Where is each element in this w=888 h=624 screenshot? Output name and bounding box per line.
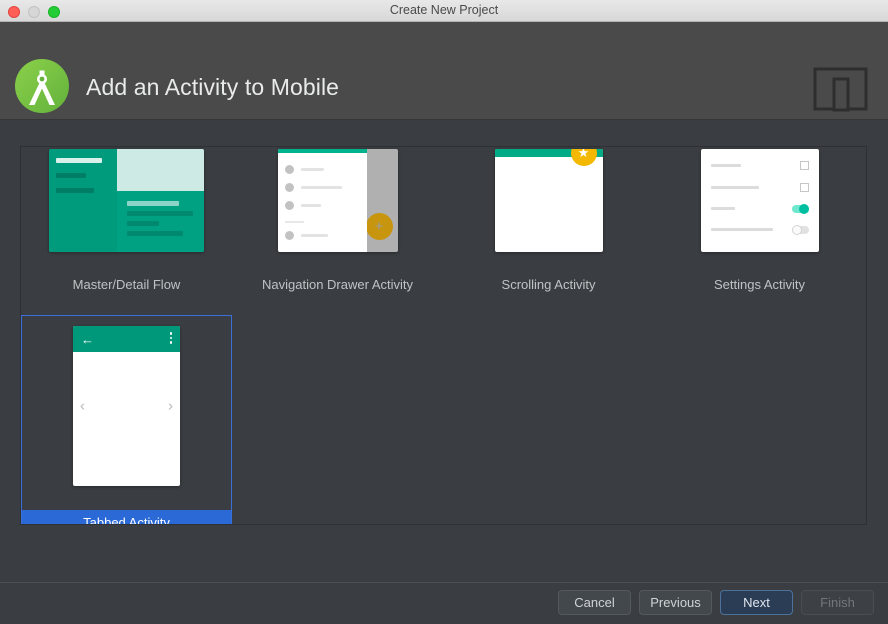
thumbnail-container [22, 147, 231, 274]
next-button[interactable]: Next [720, 590, 793, 615]
master-detail-flow-thumbnail [49, 148, 204, 252]
window-titlebar: Create New Project [0, 0, 888, 22]
template-grid: Master/Detail Flow + Navigation Drawer A… [21, 147, 866, 524]
dialog-button-row: Cancel Previous Next Finish [558, 590, 874, 615]
window-title: Create New Project [389, 3, 499, 17]
mobile-device-icon [813, 67, 868, 113]
thumbnail-container: + [233, 147, 442, 274]
thumbnail-container: ← ‹ › [22, 316, 231, 496]
thumbnail-container: ★ [444, 147, 653, 274]
chevron-right-icon: › [168, 397, 173, 415]
thumbnail-container [655, 147, 864, 274]
template-card-settings-activity[interactable]: Settings Activity [654, 147, 865, 315]
back-arrow-icon: ← [81, 332, 94, 347]
app-bar: ← [73, 326, 180, 352]
detail-hero-image [117, 148, 204, 191]
overflow-menu-icon [169, 332, 172, 344]
create-new-project-dialog: Create New Project Add an Activity to Mo… [0, 0, 888, 624]
template-card-navigation-drawer-activity[interactable]: + Navigation Drawer Activity [232, 147, 443, 315]
cancel-button[interactable]: Cancel [558, 590, 631, 615]
settings-row [710, 224, 809, 235]
template-card-tabbed-activity[interactable]: ← ‹ › Tabbed Activity [21, 315, 232, 524]
android-studio-logo-icon [13, 57, 71, 115]
floating-action-button-star-icon: ★ [570, 148, 597, 166]
navigation-drawer-activity-thumbnail: + [277, 148, 398, 252]
template-label: Settings Activity [713, 277, 806, 292]
settings-row [710, 160, 809, 170]
tabbed-activity-thumbnail: ← ‹ › [73, 326, 180, 486]
template-label: Scrolling Activity [501, 277, 596, 292]
settings-row [710, 182, 809, 192]
template-label: Tabbed Activity [22, 510, 231, 524]
dialog-header: Add an Activity to Mobile [0, 22, 888, 120]
template-label: Navigation Drawer Activity [262, 277, 413, 292]
toggle-on-icon [791, 203, 809, 214]
template-card-master-detail-flow[interactable]: Master/Detail Flow [21, 147, 232, 315]
finish-button: Finish [801, 590, 874, 615]
activity-template-gallery[interactable]: Master/Detail Flow + Navigation Drawer A… [20, 146, 867, 525]
master-pane [49, 148, 117, 252]
checkbox-icon [799, 182, 809, 192]
floating-action-button-add-icon: + [365, 212, 393, 240]
drawer-topbar [277, 148, 367, 153]
dialog-footer: Cancel Previous Next Finish [0, 582, 888, 624]
previous-button[interactable]: Previous [639, 590, 712, 615]
template-card-scrolling-activity[interactable]: ★ Scrolling Activity [443, 147, 654, 315]
page-title: Add an Activity to Mobile [86, 74, 340, 100]
settings-row [710, 203, 809, 214]
chevron-left-icon: ‹ [80, 397, 85, 415]
template-label: Master/Detail Flow [72, 277, 181, 292]
settings-activity-thumbnail [700, 148, 819, 252]
detail-pane [117, 148, 204, 252]
dialog-content: Master/Detail Flow + Navigation Drawer A… [0, 120, 888, 581]
checkbox-icon [799, 160, 809, 170]
toggle-off-icon [791, 224, 809, 235]
scrolling-activity-thumbnail: ★ [494, 148, 603, 252]
